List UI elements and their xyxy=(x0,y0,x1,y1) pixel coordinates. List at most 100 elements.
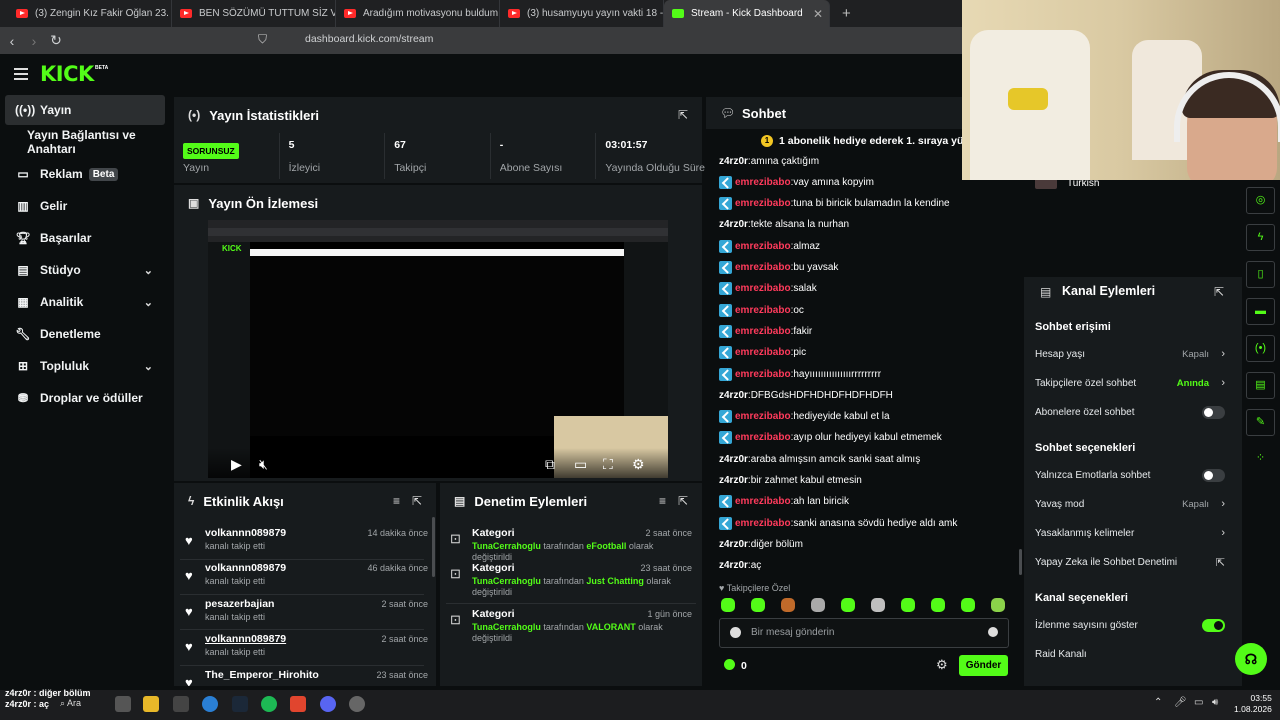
chat-username[interactable]: z4rz0r xyxy=(719,390,748,401)
emote-icon[interactable] xyxy=(721,598,735,612)
fullscreen-icon[interactable]: ⛶ xyxy=(603,456,613,473)
obs-icon[interactable] xyxy=(349,696,365,712)
browser-tab[interactable]: (3) Zengin Kız Fakir Oğlan 23. Bölüm xyxy=(8,0,172,27)
emote-icon[interactable] xyxy=(751,598,765,612)
chat-username[interactable]: emrezibabo xyxy=(735,347,791,358)
scrollbar[interactable] xyxy=(432,517,435,577)
ai-moderation-setting[interactable]: Yapay Zeka ile Sohbet Denetimi ⇱ xyxy=(1035,557,1225,573)
sidebar-item-studio[interactable]: ▤ Stüdyo ⌄ xyxy=(5,255,165,285)
browser-tab[interactable]: (3) husamyuyu yayın vakti 18 - YouTu xyxy=(500,0,664,27)
emote-icon[interactable] xyxy=(871,598,885,612)
reload-icon[interactable]: ↻ xyxy=(46,32,66,49)
apps-icon[interactable]: ⁘ xyxy=(1246,446,1275,473)
emote-icon[interactable] xyxy=(991,598,1005,612)
url-field[interactable]: dashboard.kick.com/stream xyxy=(305,33,433,45)
spotify-icon[interactable] xyxy=(261,696,277,712)
chat-username[interactable]: z4rz0r xyxy=(719,156,748,167)
volume-icon[interactable]: 🔊︎ xyxy=(1212,697,1218,708)
chat-username[interactable]: emrezibabo xyxy=(735,283,791,294)
popout-icon[interactable]: ⇱ xyxy=(1214,285,1224,299)
brave-icon[interactable] xyxy=(290,696,306,712)
chat-username[interactable]: emrezibabo xyxy=(735,241,791,252)
chat-username[interactable]: emrezibabo xyxy=(735,432,791,443)
forward-icon[interactable]: › xyxy=(24,33,44,49)
chat-settings-icon[interactable]: ⚙ xyxy=(936,657,948,673)
edge-icon[interactable] xyxy=(202,696,218,712)
help-icon[interactable]: ☊ xyxy=(1235,643,1267,675)
theater-icon[interactable]: ▭ xyxy=(574,456,587,473)
chat-username[interactable]: z4rz0r xyxy=(719,539,748,550)
chat-username[interactable]: z4rz0r xyxy=(719,560,748,571)
browser-tab[interactable]: BEN SÖZÜMÜ TUTTUM SİZ VE SİZİN xyxy=(172,0,336,27)
subscribers-only-toggle[interactable] xyxy=(1202,406,1225,419)
show-viewers-toggle[interactable] xyxy=(1202,619,1225,632)
sidebar-item-moderation[interactable]: 🔧︎ Denetleme xyxy=(5,319,165,349)
sidebar-item-stream[interactable]: ((•)) Yayın xyxy=(5,95,165,125)
banned-words-setting[interactable]: Yasaklanmış kelimeler › xyxy=(1035,527,1225,544)
emote-only-toggle[interactable] xyxy=(1202,469,1225,482)
settings-icon[interactable]: ⚙ xyxy=(632,456,645,473)
channel-points[interactable]: 0 xyxy=(724,659,747,672)
pip-icon[interactable]: ⧉ xyxy=(545,456,555,473)
slow-mode-setting[interactable]: Yavaş mod Kapalı › xyxy=(1035,498,1225,515)
sidebar-item-revenue[interactable]: ▥ Gelir xyxy=(5,191,165,221)
emote-icon[interactable] xyxy=(961,598,975,612)
file-explorer-icon[interactable] xyxy=(143,696,159,712)
kick-logo[interactable]: KICK xyxy=(40,62,94,86)
filter-icon[interactable]: ≡ xyxy=(393,494,400,508)
close-tab-icon[interactable]: ✕ xyxy=(813,7,823,21)
popout-icon[interactable]: ⇱ xyxy=(678,494,688,508)
clock[interactable]: 03:55 1.08.2026 xyxy=(1234,693,1272,715)
raid-channel-setting[interactable]: Raid Kanalı xyxy=(1035,649,1225,665)
followers-only-setting[interactable]: Takipçilere özel sohbet Anında › xyxy=(1035,377,1225,394)
chat-username[interactable]: emrezibabo xyxy=(735,326,791,337)
chat-username[interactable]: z4rz0r xyxy=(719,219,748,230)
new-tab-icon[interactable]: + xyxy=(842,5,851,22)
scrollbar[interactable] xyxy=(1019,549,1022,575)
menu-icon[interactable] xyxy=(14,68,28,80)
chat-username[interactable]: emrezibabo xyxy=(735,305,791,316)
mute-icon[interactable]: 🔇︎ xyxy=(259,456,268,473)
sidebar-item-ads[interactable]: ▭ Reklam Beta xyxy=(5,159,165,189)
chat-username[interactable]: emrezibabo xyxy=(735,262,791,273)
sidebar-item-analytics[interactable]: ▦ Analitik ⌄ xyxy=(5,287,165,317)
sidebar-item-drops[interactable]: ⛃ Droplar ve ödüller xyxy=(5,383,165,413)
sidebar-item-achievements[interactable]: 🏆︎ Başarılar xyxy=(5,223,165,253)
back-icon[interactable]: ‹ xyxy=(2,33,22,49)
smiley-icon[interactable] xyxy=(988,627,998,637)
task-view-icon[interactable] xyxy=(115,696,131,712)
sidebar-item-community[interactable]: ⊞ Topluluk ⌄ xyxy=(5,351,165,381)
popout-icon[interactable]: ⇱ xyxy=(412,494,422,508)
filter-icon[interactable]: ≡ xyxy=(659,494,666,508)
account-age-setting[interactable]: Hesap yaşı Kapalı › xyxy=(1035,348,1225,365)
broadcast-icon[interactable]: (•) xyxy=(1246,335,1275,362)
chat-username[interactable]: emrezibabo xyxy=(735,496,791,507)
chat-username[interactable]: emrezibabo xyxy=(735,198,791,209)
chat-username[interactable]: emrezibabo xyxy=(735,411,791,422)
tray-chevron-icon[interactable]: ⌃ xyxy=(1154,697,1162,708)
chat-username[interactable]: z4rz0r xyxy=(719,454,748,465)
calendar-icon[interactable]: ▤ xyxy=(1246,372,1275,399)
app-icon[interactable] xyxy=(173,696,189,712)
lightning-icon[interactable]: ϟ xyxy=(1246,224,1275,251)
wrench-icon[interactable]: ✎ xyxy=(1246,409,1275,436)
stream-preview-video[interactable]: KICK xyxy=(208,220,668,478)
discord-icon[interactable] xyxy=(320,696,336,712)
document-icon[interactable]: ▯ xyxy=(1246,261,1275,288)
emote-icon[interactable] xyxy=(841,598,855,612)
chat-icon[interactable]: ▬ xyxy=(1246,298,1275,325)
bookmark-icon[interactable]: ⛉ xyxy=(258,32,267,47)
chat-username[interactable]: z4rz0r xyxy=(719,475,748,486)
chat-message-input[interactable]: Bir mesaj gönderin xyxy=(719,618,1009,648)
emoji-icon[interactable] xyxy=(730,627,741,638)
emote-icon[interactable] xyxy=(931,598,945,612)
camera-icon[interactable]: ◎ xyxy=(1246,187,1275,214)
emote-icon[interactable] xyxy=(811,598,825,612)
send-button[interactable]: Gönder xyxy=(959,655,1008,676)
microphone-icon[interactable]: 🎤︎ xyxy=(1174,697,1187,708)
network-icon[interactable]: ▭ xyxy=(1194,697,1203,708)
popout-icon[interactable]: ⇱ xyxy=(678,108,688,122)
emote-icon[interactable] xyxy=(901,598,915,612)
emote-icon[interactable] xyxy=(781,598,795,612)
chat-username[interactable]: emrezibabo xyxy=(735,369,791,380)
